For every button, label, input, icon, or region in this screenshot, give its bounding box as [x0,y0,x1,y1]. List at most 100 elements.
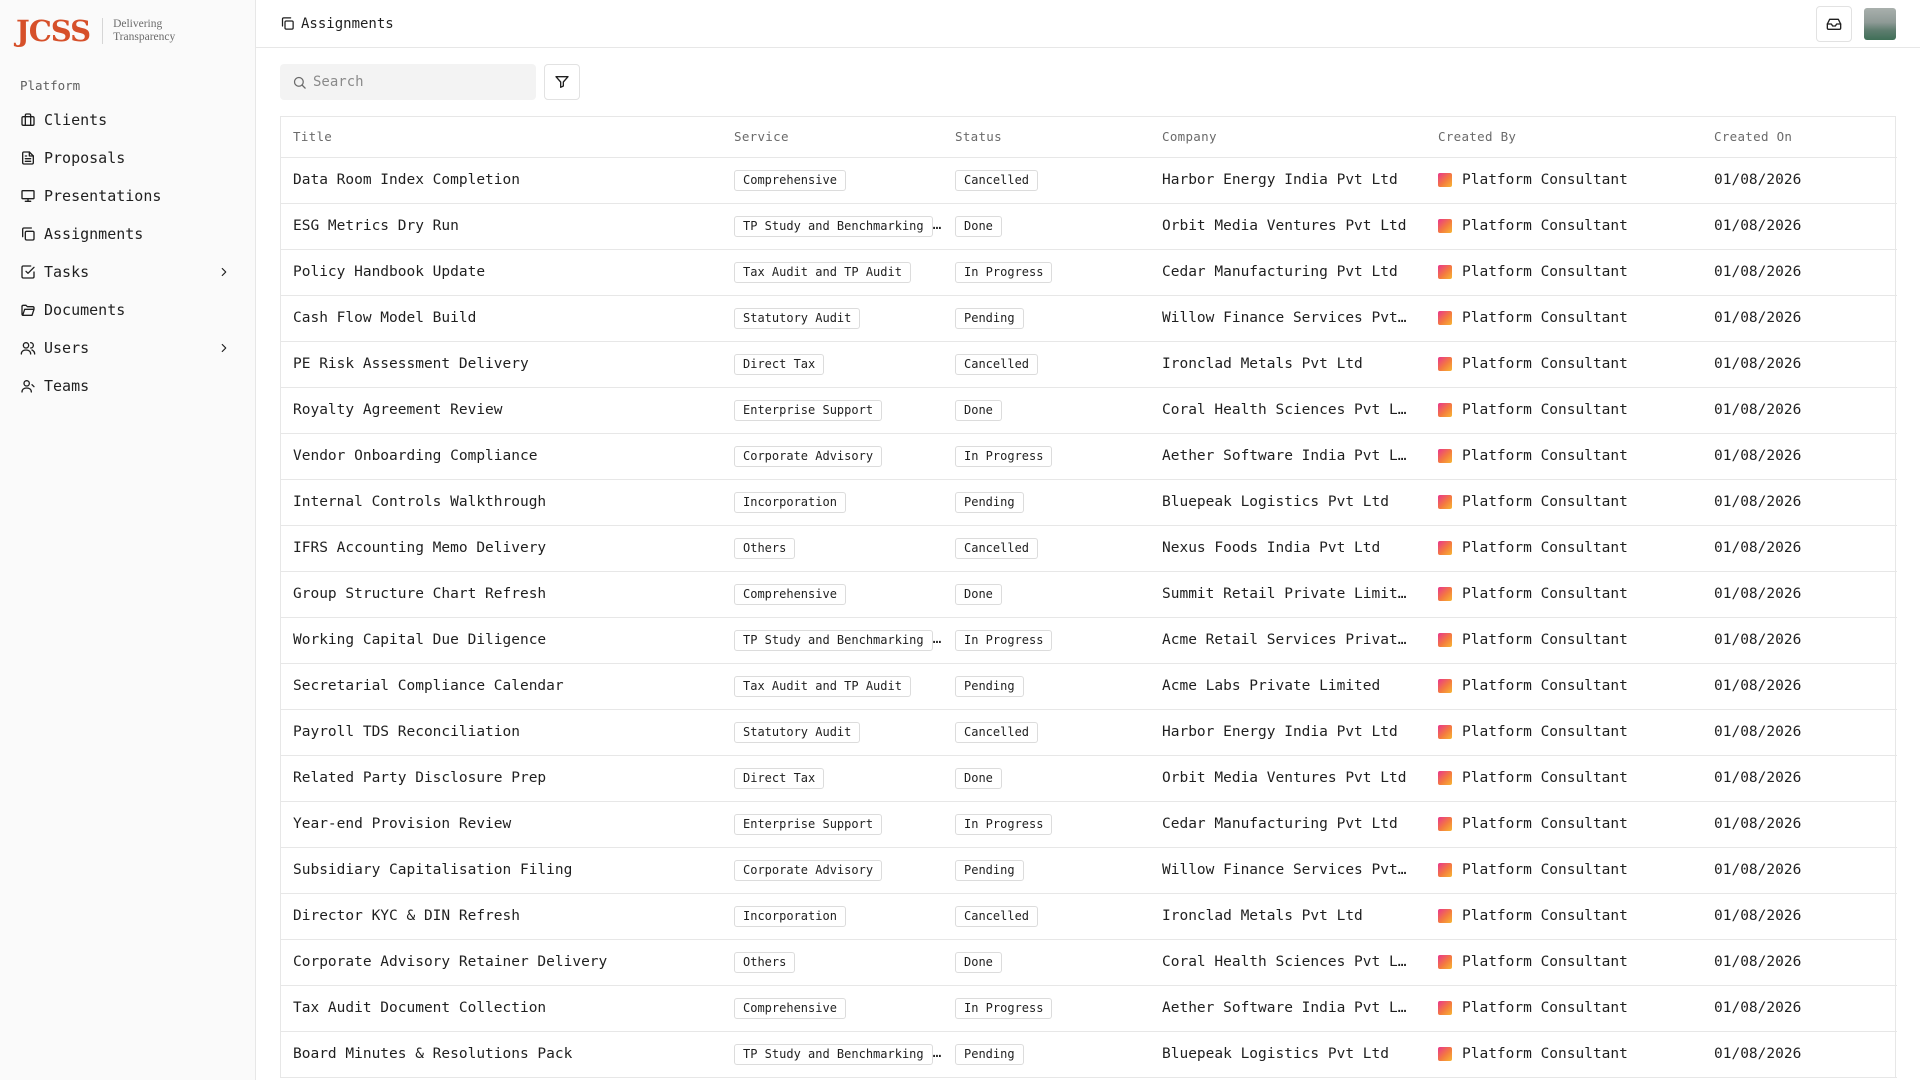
cell-title[interactable]: Board Minutes & Resolutions Pack [281,1031,722,1078]
cell-title[interactable]: ESG Metrics Dry Run [281,203,722,250]
column-header-status[interactable]: Status [943,117,1150,158]
column-header-service[interactable]: Service [722,117,943,158]
table-row[interactable]: Royalty Agreement Review Enterprise Suppo… [281,387,1897,434]
service-badge: Statutory Audit [734,307,861,329]
search-icon [292,75,307,90]
cell-status: Done [943,571,1150,618]
sidebar-item-label: Documents [44,301,126,319]
status-badge: Cancelled [955,905,1039,927]
table-row[interactable]: Internal Controls Walkthrough Incorporati… [281,479,1897,526]
cell-company: Harbor Energy India Pvt Ltd [1150,709,1426,756]
user-avatar[interactable] [1864,7,1896,40]
status-badge: Cancelled [955,169,1039,191]
copy-icon [20,226,36,242]
cell-title[interactable]: Policy Handbook Update [281,249,722,296]
table-row[interactable]: Director KYC & DIN Refresh Incorporation C… [281,893,1897,940]
brand-logo: JCSS [16,14,91,48]
table-row[interactable]: Tax Audit Document Collection Comprehensi… [281,985,1897,1032]
service-badge: TP Study and Benchmarking [734,215,933,237]
service-badge: Comprehensive [734,169,846,191]
table-row[interactable]: Group Structure Chart Refresh Comprehensi… [281,571,1897,618]
search-box[interactable] [280,64,536,100]
filter-button[interactable] [544,64,580,100]
cell-title[interactable]: IFRS Accounting Memo Delivery [281,525,722,572]
briefcase-icon [20,112,36,128]
status-badge: Done [955,215,1002,237]
cell-status: Done [943,939,1150,986]
cell-title[interactable]: Corporate Advisory Retainer Delivery [281,939,722,986]
search-input[interactable] [313,74,524,90]
table-row[interactable]: ESG Metrics Dry Run TP Study and Benchmar… [281,203,1897,250]
cell-created-on: 01/08/2026 [1702,525,1897,572]
table-row[interactable]: Year-end Provision Review Enterprise Supp… [281,801,1897,848]
inbox-button[interactable] [1816,5,1852,42]
cell-title[interactable]: Director KYC & DIN Refresh [281,893,722,940]
service-badge: Direct Tax [734,353,825,375]
table-row[interactable]: Cash Flow Model Build Statutory Audit Pend… [281,295,1897,342]
cell-title[interactable]: Related Party Disclosure Prep [281,755,722,802]
status-badge: In Progress [955,997,1053,1019]
table-row[interactable]: Secretarial Compliance Calendar Tax Audit… [281,663,1897,710]
cell-company: Aether Software India Pvt Ltd [1150,433,1426,480]
brand[interactable]: JCSS Delivering Transparency [0,0,255,62]
column-header-created-by[interactable]: Created By [1426,117,1702,158]
sidebar-item-tasks[interactable]: Tasks [0,253,255,291]
table-row[interactable]: Working Capital Due Diligence TP Study an… [281,617,1897,664]
cell-title[interactable]: Vendor Onboarding Compliance [281,433,722,480]
table-row[interactable]: Board Minutes & Resolutions Pack TP Study… [281,1031,1897,1078]
cell-status: In Progress [943,985,1150,1032]
cell-status: In Progress [943,617,1150,664]
toolbar [256,48,1920,116]
table-row[interactable]: Policy Handbook Update Tax Audit and TP A… [281,249,1897,296]
service-badge: Corporate Advisory [734,445,883,467]
chevron-right-icon[interactable] [217,265,231,279]
filter-icon [554,74,570,90]
cell-company: Ironclad Metals Pvt Ltd [1150,893,1426,940]
sidebar-item-presentations[interactable]: Presentations [0,177,255,215]
table-row[interactable]: Subsidiary Capitalisation Filing Corporat… [281,847,1897,894]
cell-company: Willow Finance Services Pvt Ltd [1150,295,1426,342]
cell-status: In Progress [943,433,1150,480]
cell-title[interactable]: Cash Flow Model Build [281,295,722,342]
table-row[interactable]: Vendor Onboarding Compliance Corporate Ad… [281,433,1897,480]
cell-service: Statutory Audit [722,709,943,756]
table-row[interactable]: Payroll TDS Reconciliation Statutory Audi… [281,709,1897,756]
cell-created-on: 01/08/2026 [1702,985,1897,1032]
cell-title[interactable]: Payroll TDS Reconciliation [281,709,722,756]
cell-title[interactable]: Royalty Agreement Review [281,387,722,434]
cell-status: Cancelled [943,709,1150,756]
column-header-company[interactable]: Company [1150,117,1426,158]
sidebar-item-teams[interactable]: Teams [0,367,255,405]
sidebar-item-clients[interactable]: Clients [0,101,255,139]
cell-company: Nexus Foods India Pvt Ltd [1150,525,1426,572]
cell-title[interactable]: PE Risk Assessment Delivery [281,341,722,388]
cell-title[interactable]: Internal Controls Walkthrough [281,479,722,526]
cell-title[interactable]: Secretarial Compliance Calendar [281,663,722,710]
cell-title[interactable]: Subsidiary Capitalisation Filing [281,847,722,894]
cell-title[interactable]: Group Structure Chart Refresh [281,571,722,618]
table-row[interactable]: Data Room Index Completion Comprehensive C… [281,157,1897,204]
chevron-right-icon[interactable] [217,341,231,355]
table-row[interactable]: IFRS Accounting Memo Delivery Others Cance… [281,525,1897,572]
column-header-created-on[interactable]: Created On [1702,117,1897,158]
cell-created-by: Platform Consultant [1426,157,1702,204]
cell-title[interactable]: Data Room Index Completion [281,157,722,204]
sidebar-item-proposals[interactable]: Proposals [0,139,255,177]
column-header-title[interactable]: Title [281,117,722,158]
cell-title[interactable]: Working Capital Due Diligence [281,617,722,664]
service-badge: TP Study and Benchmarking [734,1043,933,1065]
table-row[interactable]: Corporate Advisory Retainer Delivery Othe… [281,939,1897,986]
creator-name: Platform Consultant [1462,494,1628,510]
sidebar-item-documents[interactable]: Documents [0,291,255,329]
cell-created-on: 01/08/2026 [1702,709,1897,756]
nav-section-label: Platform [20,78,81,93]
sidebar-item-label: Users [44,339,90,357]
sidebar-item-assignments[interactable]: Assignments [0,215,255,253]
table-row[interactable]: Related Party Disclosure Prep Direct Tax D… [281,755,1897,802]
sidebar-item-users[interactable]: Users [0,329,255,367]
cell-created-on: 01/08/2026 [1702,617,1897,664]
cell-title[interactable]: Tax Audit Document Collection [281,985,722,1032]
cell-title[interactable]: Year-end Provision Review [281,801,722,848]
cell-status: In Progress [943,801,1150,848]
table-row[interactable]: PE Risk Assessment Delivery Direct Tax Can… [281,341,1897,388]
